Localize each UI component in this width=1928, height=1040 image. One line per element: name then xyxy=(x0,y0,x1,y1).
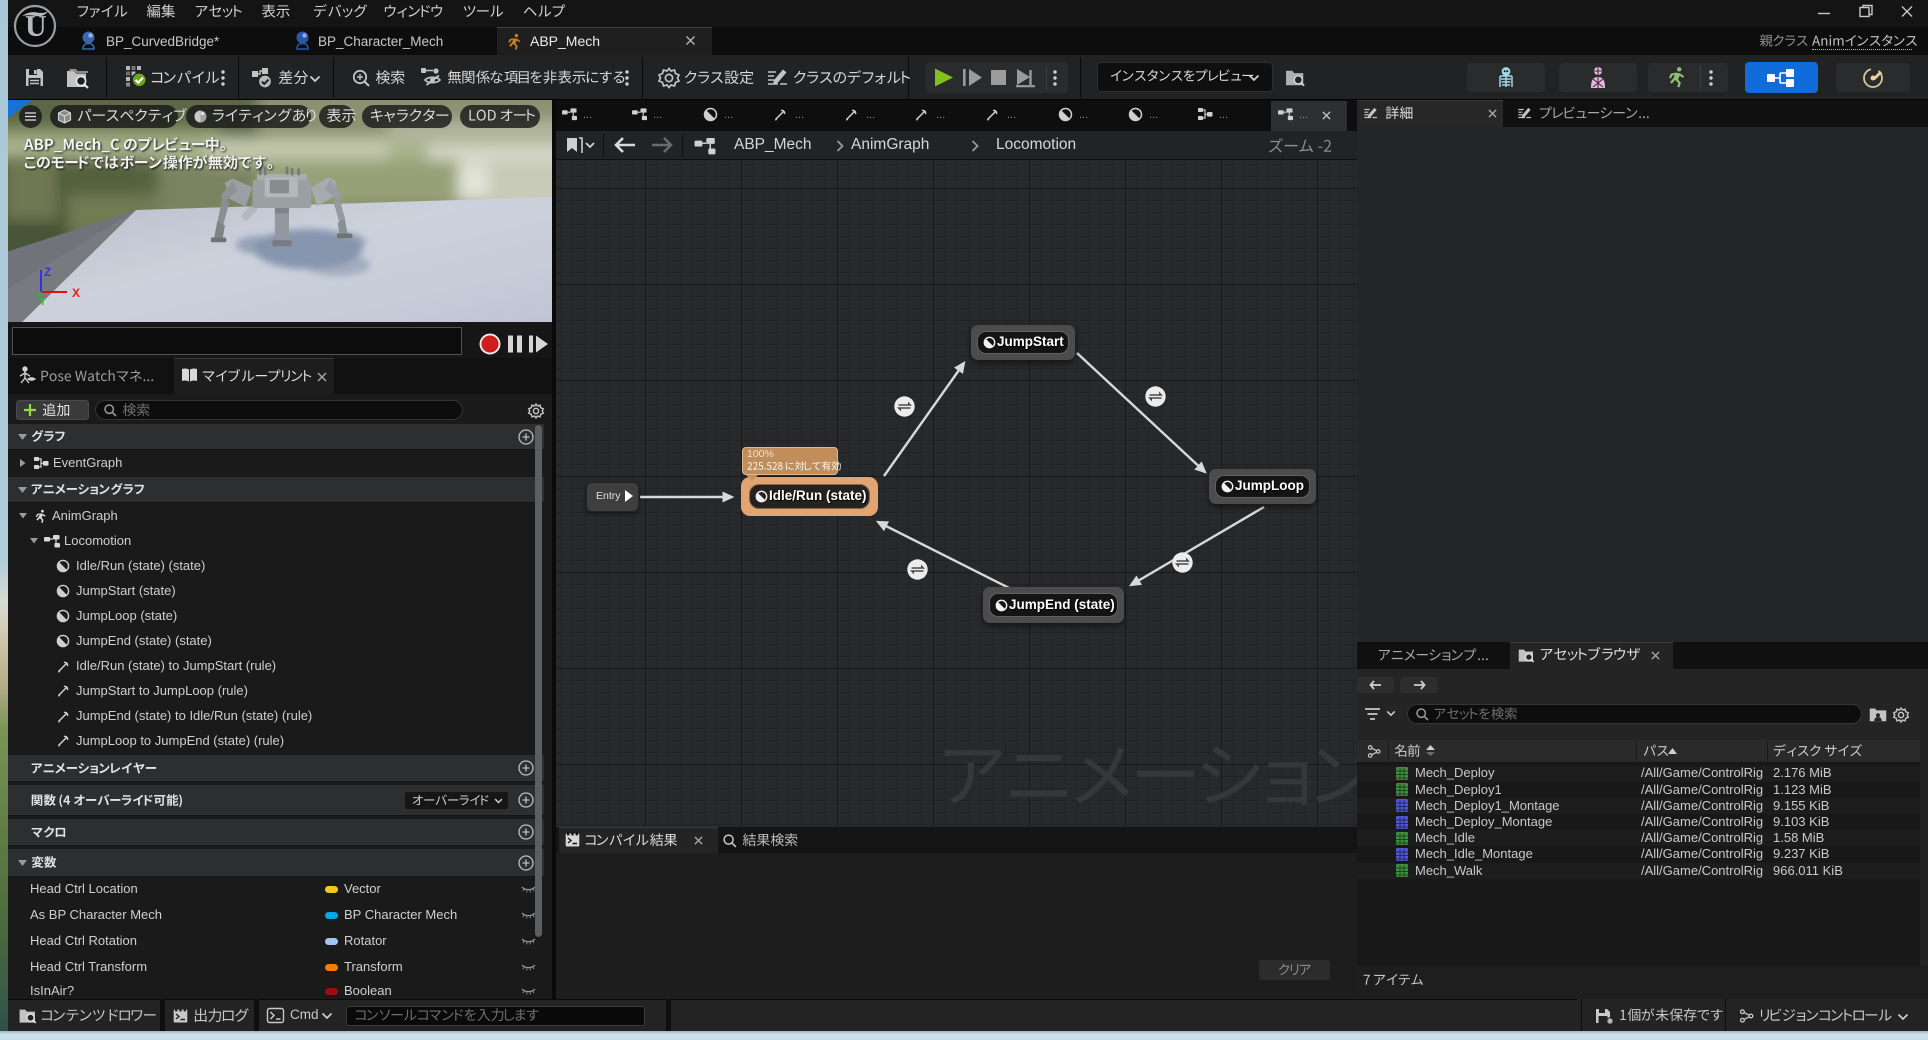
svg-text:X: X xyxy=(72,286,80,300)
svg-text:Z: Z xyxy=(44,265,51,279)
svg-text:Y: Y xyxy=(39,296,47,308)
